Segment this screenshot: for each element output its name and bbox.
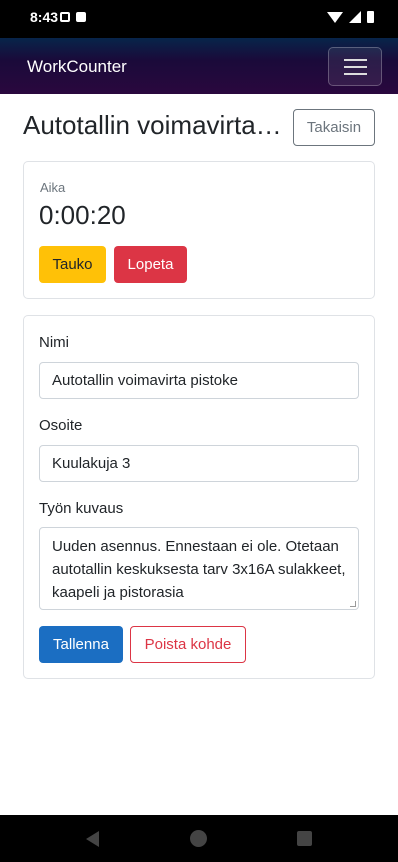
signal-icon [349,11,361,23]
status-bar: 8:43 [0,0,398,38]
battery-icon [367,11,374,23]
back-button[interactable]: Takaisin [293,109,375,146]
status-notification-icons [60,12,86,22]
name-input[interactable]: Autotallin voimavirta pistoke [39,362,359,399]
sd-card-icon [76,12,86,22]
save-button[interactable]: Tallenna [39,626,123,663]
name-label: Nimi [39,334,69,351]
stop-button[interactable]: Lopeta [114,246,187,283]
timer-label: Aika [40,180,66,195]
pause-button[interactable]: Tauko [39,246,106,283]
description-label: Työn kuvaus [39,500,124,517]
menu-toggle-button[interactable] [328,47,382,86]
android-navigation-bar [0,815,398,862]
wifi-icon [327,11,343,23]
back-triangle-icon[interactable] [86,831,99,847]
status-system-icons [327,11,374,23]
home-circle-icon[interactable] [190,830,207,847]
hamburger-icon [344,59,367,61]
resize-handle-icon[interactable] [350,601,356,607]
address-input[interactable]: Kuulakuja 3 [39,445,359,482]
hamburger-icon-bar [344,66,367,68]
timer-value: 0:00:20 [39,200,126,230]
page-title: Autotallin voimavirta pistoke [23,110,285,140]
description-textarea[interactable]: Uuden asennus. Ennestaan ei ole. Otetaan… [39,527,359,610]
notification-icon [60,12,70,22]
recent-apps-icon[interactable] [297,831,312,846]
status-time: 8:43 [30,9,59,25]
delete-button[interactable]: Poista kohde [130,626,246,663]
address-label: Osoite [39,417,83,434]
brand-link[interactable]: WorkCounter [27,57,127,77]
timer-card: Aika 0:00:20 Tauko Lopeta [23,161,375,299]
description-text: Uuden asennus. Ennestaan ei ole. Otetaan… [52,538,346,601]
work-form-card: Nimi Autotallin voimavirta pistoke Osoit… [23,315,375,679]
navbar: WorkCounter [0,38,398,94]
hamburger-icon-bar [344,73,367,75]
